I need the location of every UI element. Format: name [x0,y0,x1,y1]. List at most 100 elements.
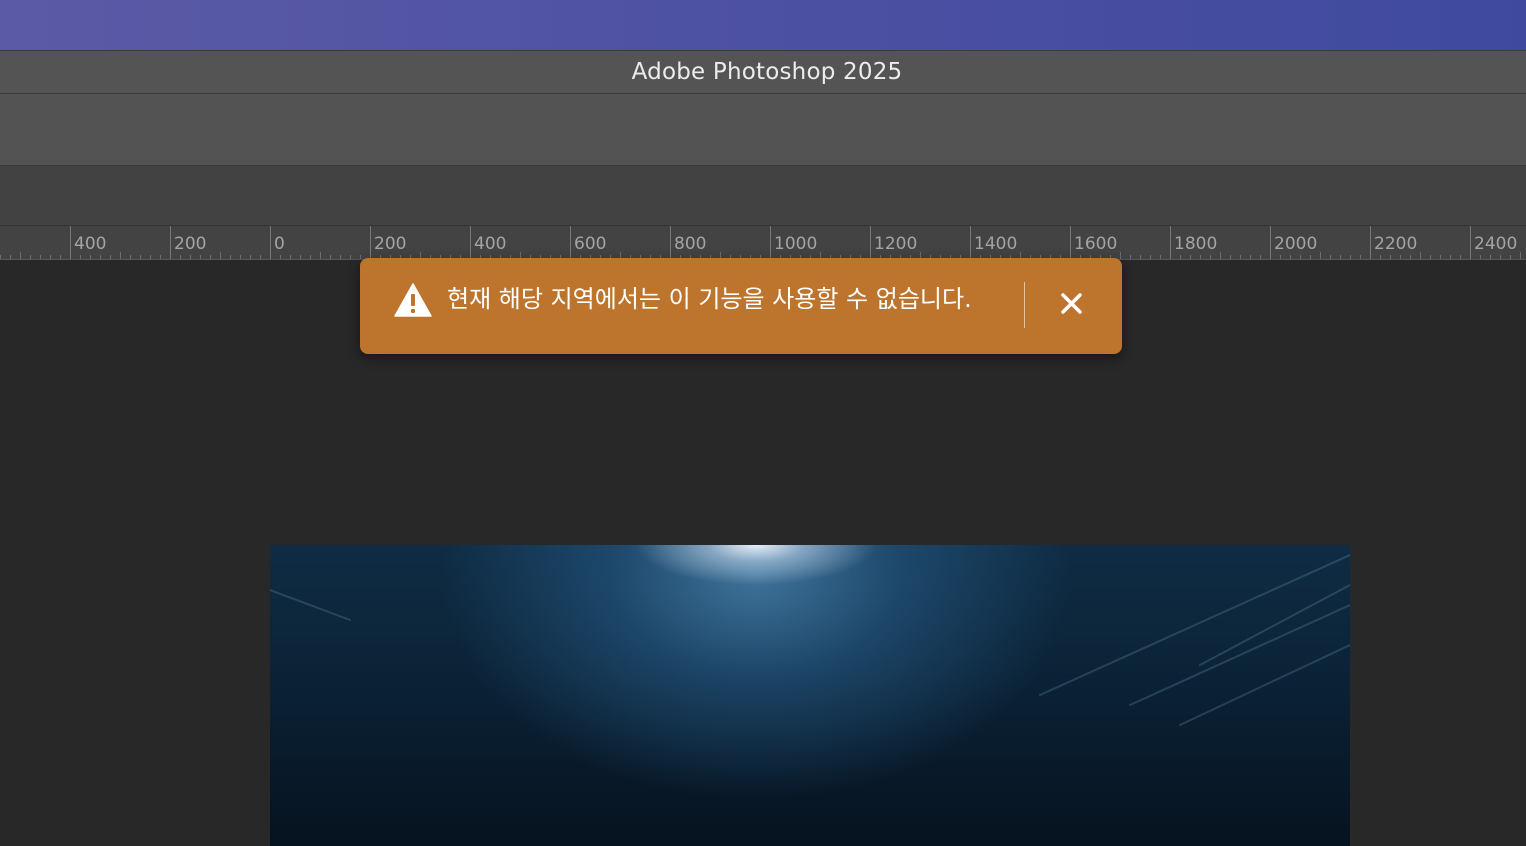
ruler-minor-tick [290,255,291,259]
ruler-minor-tick [1230,255,1231,259]
ruler-minor-tick [1280,255,1281,259]
ruler-minor-tick [310,255,311,259]
ruler-label: 200 [374,234,407,254]
ruler-minor-tick [360,255,361,259]
ruler-minor-tick [220,252,221,259]
ruler-label: 1400 [974,234,1018,254]
ruler-minor-tick [80,255,81,259]
ruler-label: 800 [674,234,707,254]
ruler-minor-tick [160,255,161,259]
ruler-minor-tick [1290,255,1291,259]
ruler-label: 400 [74,234,107,254]
ruler-minor-tick [1180,255,1181,259]
horizontal-ruler[interactable]: 0 400 2000 200 400 600 800 1000 1200 1400 1600 1800… [0,226,1526,260]
ruler-minor-tick [180,255,181,259]
ruler-minor-tick [1400,255,1401,259]
ruler-label: 1600 [1074,234,1118,254]
document-tab-bar [0,166,1526,226]
window-title: Adobe Photoshop 2025 [631,59,903,85]
ruler-minor-tick [1320,252,1321,259]
ruler-minor-tick [1520,252,1521,259]
ruler-minor-tick [260,255,261,259]
ruler-minor-tick [20,252,21,259]
ruler-minor-tick [60,255,61,259]
ruler-minor-tick [240,255,241,259]
ruler-minor-tick [1190,255,1191,259]
ruler-minor-tick [330,255,331,259]
ruler-minor-tick [230,255,231,259]
ruler-minor-tick [1390,255,1391,259]
ruler-minor-tick [1460,255,1461,259]
ruler-label: 1800 [1174,234,1218,254]
ruler-minor-tick [150,255,151,259]
ruler-minor-tick [1350,255,1351,259]
toast-message: 현재 해당 지역에서는 이 기능을 사용할 수 없습니다. [447,285,972,313]
ruler-label: 0 [274,234,285,254]
ruler-label: 1200 [874,234,918,254]
ruler-minor-tick [1300,255,1301,259]
ruler-minor-tick [1130,255,1131,259]
ruler-minor-tick [1310,255,1311,259]
ruler-minor-tick [100,255,101,259]
close-icon [1061,293,1082,314]
ruler-minor-tick [30,255,31,259]
ruler-minor-tick [1480,255,1481,259]
ruler-minor-tick [1200,255,1201,259]
ruler-minor-tick [210,255,211,259]
ruler-minor-tick [300,255,301,259]
window-title-bar: Adobe Photoshop 2025 [0,50,1526,94]
ruler-minor-tick [10,255,11,259]
ruler-minor-tick [120,252,121,259]
ruler-minor-tick [250,255,251,259]
ruler-minor-tick [1120,252,1121,259]
ruler-minor-tick [1210,255,1211,259]
options-bar [0,94,1526,166]
ruler-minor-tick [1240,255,1241,259]
toast-close-button[interactable] [1050,282,1094,326]
ruler-minor-tick [200,255,201,259]
ruler-minor-tick [340,255,341,259]
ruler-minor-tick [190,255,191,259]
warning-icon [394,283,432,317]
ruler-label: 2400 [1474,234,1518,254]
ruler-minor-tick [1450,255,1451,259]
ruler-minor-tick [1360,255,1361,259]
ruler-minor-tick [1410,255,1411,259]
ruler-minor-tick [1440,255,1441,259]
ruler-minor-tick [1140,255,1141,259]
ruler-label: 200 [174,234,207,254]
ruler-label: 400 [474,234,507,254]
ruler-minor-tick [1220,252,1221,259]
ruler-minor-tick [1510,255,1511,259]
ruler-label: 2000 [1274,234,1318,254]
ruler-minor-tick [280,255,281,259]
ruler-minor-tick [350,255,351,259]
ruler-label: 1000 [774,234,818,254]
ruler-minor-tick [50,255,51,259]
ruler-minor-tick [1340,255,1341,259]
toast-divider [1024,282,1025,328]
ruler-label: 2200 [1374,234,1418,254]
ruler-minor-tick [1380,255,1381,259]
ruler-minor-tick [40,255,41,259]
canvas-light-streaks [270,554,1350,726]
ruler-minor-tick [1160,255,1161,259]
ruler-minor-tick [90,255,91,259]
region-unavailable-toast: 현재 해당 지역에서는 이 기능을 사용할 수 없습니다. [360,258,1122,354]
ruler-minor-tick [0,255,1,259]
ruler-minor-tick [1430,255,1431,259]
ruler-label: 600 [574,234,607,254]
ruler-minor-tick [110,255,111,259]
ruler-minor-tick [1250,255,1251,259]
ruler-minor-tick [140,255,141,259]
ruler-minor-tick [320,252,321,259]
ruler-minor-tick [1490,255,1491,259]
ruler-minor-tick [1150,255,1151,259]
document-canvas[interactable] [270,545,1350,846]
ruler-minor-tick [130,255,131,259]
ruler-minor-tick [1420,252,1421,259]
ruler-minor-tick [1330,255,1331,259]
ruler-minor-tick [1500,255,1501,259]
desktop-menu-strip [0,0,1526,50]
ruler-minor-tick [1260,255,1261,259]
